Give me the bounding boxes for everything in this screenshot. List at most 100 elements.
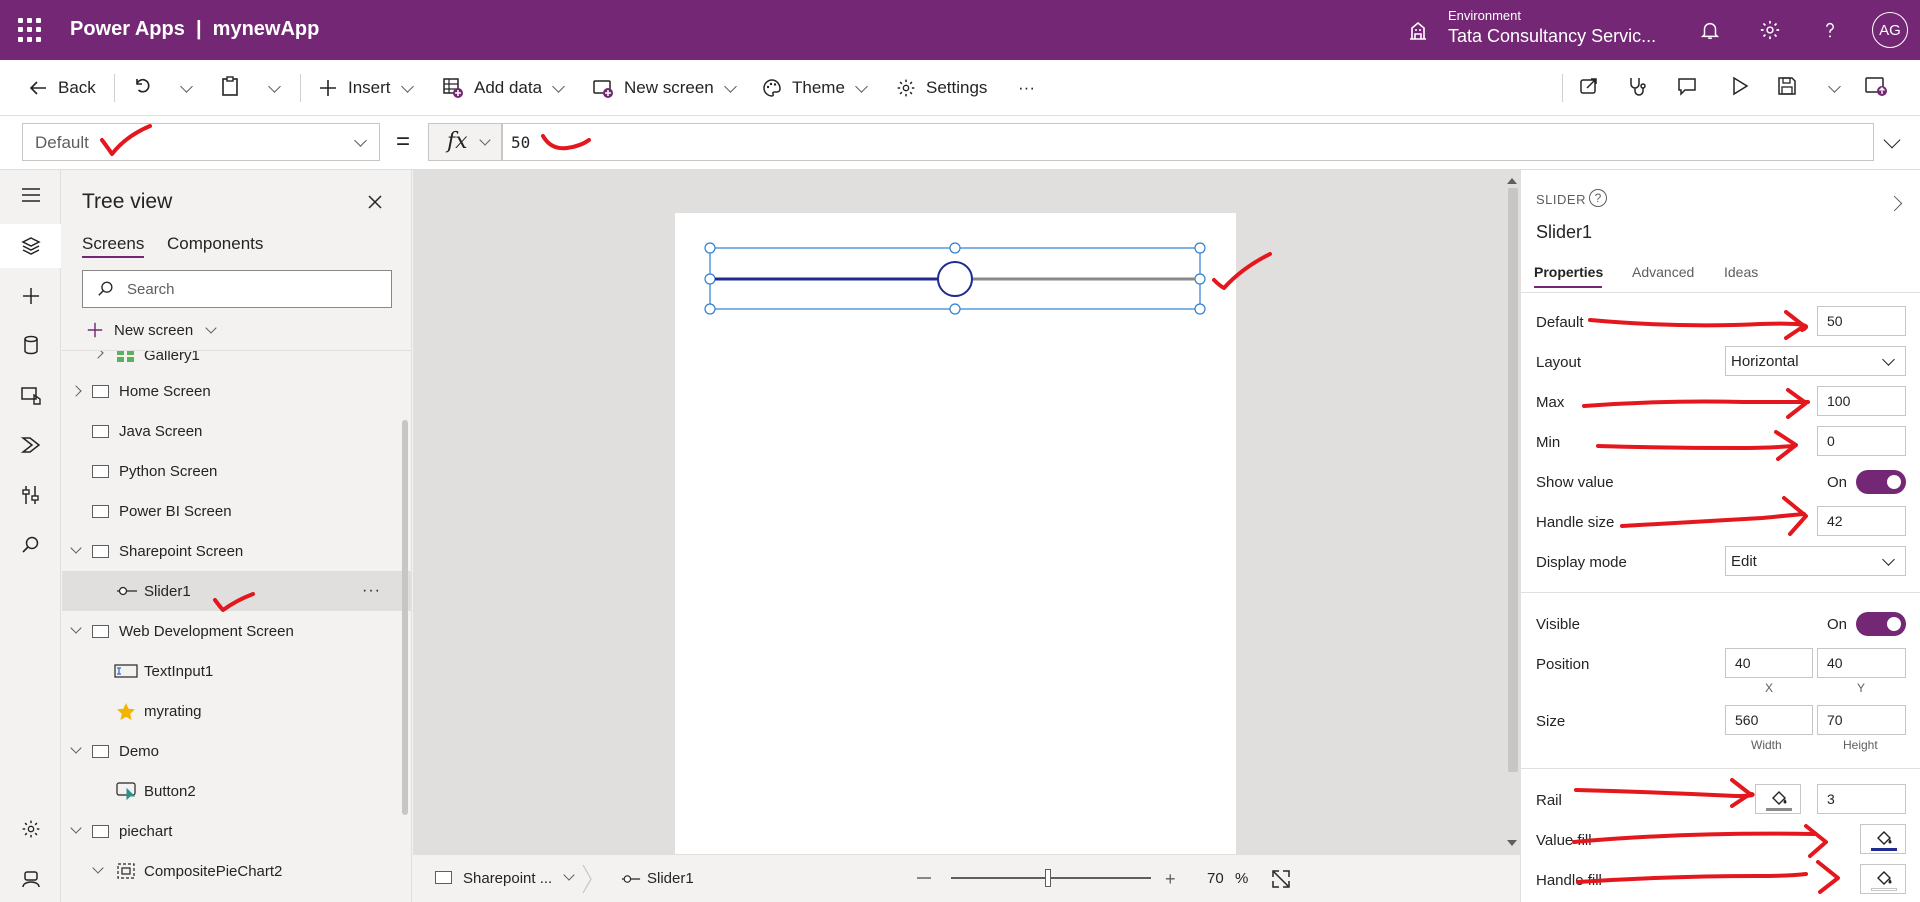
virtual-agent-icon[interactable] [14, 862, 48, 896]
equals-sign: = [396, 128, 411, 155]
max-input[interactable]: 100 [1817, 386, 1906, 416]
tree-item-textinput1[interactable]: TextInput1 [62, 651, 412, 691]
more-options-button[interactable]: ··· [362, 582, 381, 600]
tab-ideas[interactable]: Ideas [1724, 264, 1758, 280]
properties-panel: SLIDER ? Slider1 Properties Advanced Ide… [1520, 170, 1920, 902]
screen-canvas[interactable] [675, 213, 1236, 854]
rail-color-picker[interactable] [1755, 784, 1801, 814]
app-checker-button[interactable] [1626, 60, 1648, 116]
theme-button[interactable]: Theme [762, 60, 868, 116]
size-height-input[interactable]: 70 [1817, 705, 1906, 735]
min-input[interactable]: 0 [1817, 426, 1906, 456]
paste-dropdown[interactable] [258, 60, 281, 116]
undo-button[interactable] [132, 60, 152, 116]
media-icon[interactable] [14, 378, 48, 412]
save-dropdown[interactable] [1818, 60, 1841, 116]
zoom-out-icon[interactable] [917, 877, 931, 879]
advanced-tools-icon[interactable] [14, 478, 48, 512]
tree-item-myrating[interactable]: myrating [62, 691, 412, 731]
tab-properties[interactable]: Properties [1534, 264, 1603, 280]
layers-icon[interactable] [14, 229, 48, 263]
stethoscope-icon [1626, 75, 1648, 102]
default-input[interactable]: 50 [1817, 306, 1906, 336]
publish-button[interactable] [1864, 60, 1888, 116]
show-value-toggle[interactable] [1856, 470, 1906, 494]
position-x-input[interactable]: 40 [1725, 648, 1813, 678]
size-width-input[interactable]: 560 [1725, 705, 1813, 735]
tab-screens[interactable]: Screens [82, 234, 144, 254]
control-name[interactable]: Slider1 [1536, 222, 1592, 243]
tree-item-slider1[interactable]: Slider1 ··· [62, 571, 412, 611]
value-fill-color-picker[interactable] [1860, 824, 1906, 854]
new-screen-button[interactable]: New screen [592, 60, 737, 116]
handle-fill-color-picker[interactable] [1860, 864, 1906, 894]
settings-rail-icon[interactable] [14, 812, 48, 846]
tree-item-gallery1[interactable]: Gallery1 [62, 351, 412, 371]
layout-dropdown[interactable]: Horizontal [1725, 346, 1906, 376]
breadcrumb-separator [581, 864, 593, 894]
help-icon[interactable] [1816, 16, 1844, 44]
power-automate-icon[interactable] [14, 428, 48, 462]
insert-button[interactable]: Insert [318, 60, 414, 116]
scroll-down-icon[interactable] [1507, 840, 1517, 846]
undo-dropdown[interactable] [170, 60, 193, 116]
tree-item-home-screen[interactable]: Home Screen [62, 371, 412, 411]
scroll-up-icon[interactable] [1507, 178, 1517, 184]
zoom-slider-thumb[interactable] [1045, 869, 1051, 887]
comments-button[interactable] [1676, 60, 1698, 116]
bell-icon[interactable] [1696, 16, 1724, 44]
environment-icon[interactable] [1406, 18, 1430, 42]
fit-to-window-icon[interactable] [1271, 869, 1291, 889]
handle-size-input[interactable]: 42 [1817, 506, 1906, 536]
tree-scrollbar[interactable] [402, 420, 408, 815]
insert-plus-icon[interactable] [14, 279, 48, 313]
new-screen-tree-button[interactable]: New screen [86, 318, 217, 342]
tree-search-input[interactable]: Search [82, 270, 392, 308]
display-mode-dropdown[interactable]: Edit [1725, 546, 1906, 576]
user-avatar[interactable]: AG [1872, 12, 1908, 48]
back-button[interactable]: Back [28, 60, 96, 116]
database-icon[interactable] [14, 328, 48, 362]
help-icon[interactable]: ? [1589, 189, 1607, 207]
more-commands-button[interactable]: ··· [1018, 60, 1035, 116]
close-icon[interactable] [367, 194, 383, 210]
tree-item-web-development-screen[interactable]: Web Development Screen [62, 611, 412, 651]
zoom-slider[interactable] [951, 877, 1151, 879]
property-dropdown[interactable]: Default [22, 123, 380, 161]
save-button[interactable] [1776, 60, 1798, 116]
share-button[interactable] [1578, 60, 1600, 116]
visible-toggle[interactable] [1856, 612, 1906, 636]
chevron-right-icon[interactable] [1886, 195, 1903, 212]
breadcrumb-screen[interactable]: Sharepoint ... [463, 870, 552, 887]
tree-item-demo[interactable]: Demo [62, 731, 412, 771]
search-icon[interactable] [14, 528, 48, 562]
add-data-button[interactable]: Add data [442, 60, 565, 116]
position-y-input[interactable]: 40 [1817, 648, 1906, 678]
tree-item-sharepoint-screen[interactable]: Sharepoint Screen [62, 531, 412, 571]
rail-thickness-input[interactable]: 3 [1817, 784, 1906, 814]
environment-picker[interactable]: Tata Consultancy Servic... [1448, 26, 1656, 47]
breadcrumb-control[interactable]: Slider1 [647, 870, 694, 887]
app-launcher-icon[interactable] [18, 18, 42, 42]
canvas-scrollbar[interactable] [1508, 188, 1518, 772]
tab-advanced[interactable]: Advanced [1632, 264, 1694, 280]
formula-input[interactable]: 50 [502, 123, 1874, 161]
slider-control[interactable] [675, 213, 1236, 323]
settings-button[interactable]: Settings [896, 60, 987, 116]
paste-button[interactable] [220, 60, 240, 116]
tree-item-compositepiechart2[interactable]: CompositePieChart2 [62, 851, 412, 891]
hamburger-menu-icon[interactable] [14, 178, 48, 212]
tree-item-power-bi-screen[interactable]: Power BI Screen [62, 491, 412, 531]
chevron-down-icon [1828, 79, 1841, 93]
command-bar: Back Insert Add data New screen Theme Se… [0, 60, 1920, 116]
tree-item-python-screen[interactable]: Python Screen [62, 451, 412, 491]
tree-item-piechart[interactable]: piechart [62, 811, 412, 851]
chevron-down-icon[interactable] [563, 869, 575, 881]
tree-item-java-screen[interactable]: Java Screen [62, 411, 412, 451]
gear-icon[interactable] [1756, 16, 1784, 44]
preview-button[interactable] [1728, 60, 1750, 116]
tab-components[interactable]: Components [167, 234, 263, 254]
tree-item-button2[interactable]: Button2 [62, 771, 412, 811]
zoom-in-icon[interactable]: + [1165, 869, 1176, 890]
fx-button[interactable]: fx [428, 123, 502, 161]
